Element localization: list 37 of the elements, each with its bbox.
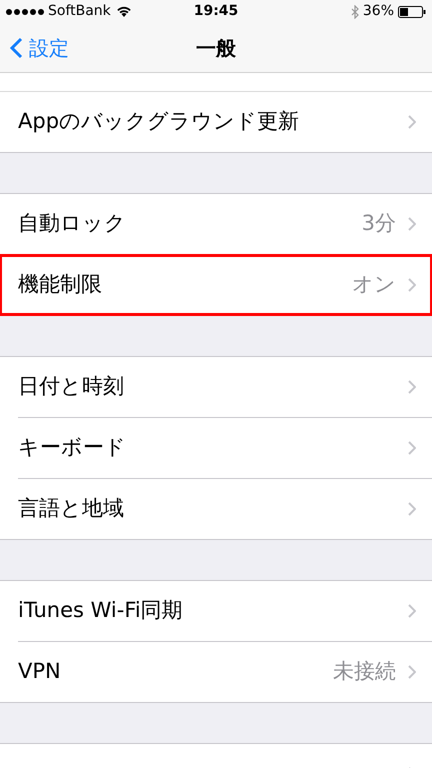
signal-icon bbox=[6, 8, 44, 14]
battery-icon bbox=[398, 6, 426, 18]
row-label: 日付と時刻 bbox=[18, 373, 124, 400]
bluetooth-icon bbox=[350, 4, 359, 18]
row-label: Appのバックグラウンド更新 bbox=[18, 108, 300, 136]
row-label: iTunes Wi-Fi同期 bbox=[18, 597, 183, 624]
row-value: 3分 bbox=[362, 210, 396, 238]
settings-row[interactable]: iTunes Wi-Fi同期 bbox=[0, 581, 432, 641]
settings-row[interactable]: 自動ロック 3分 bbox=[0, 194, 432, 254]
chevron-icon bbox=[408, 217, 416, 231]
chevron-icon bbox=[408, 441, 416, 455]
back-button[interactable]: 設定 bbox=[0, 32, 69, 62]
settings-row[interactable]: 日付と時刻 bbox=[0, 357, 432, 417]
row-label: 機能制限 bbox=[18, 271, 102, 298]
wifi-icon bbox=[116, 6, 131, 17]
chevron-icon bbox=[408, 278, 416, 292]
chevron-icon bbox=[408, 604, 416, 618]
row-value: 未接続 bbox=[333, 658, 396, 686]
settings-row[interactable]: Appのバックグラウンド更新 bbox=[0, 92, 432, 152]
row-label: キーボード bbox=[18, 434, 126, 462]
settings-row[interactable]: VPN 未接続 bbox=[0, 642, 432, 702]
chevron-icon bbox=[408, 665, 416, 679]
clock: 19:45 bbox=[194, 2, 238, 21]
settings-row[interactable]: 機能制限 オン bbox=[0, 255, 432, 315]
chevron-icon bbox=[408, 380, 416, 394]
page-title: 一般 bbox=[196, 34, 236, 62]
carrier-name: SoftBank bbox=[48, 2, 111, 21]
battery-percent: 36% bbox=[362, 2, 394, 21]
chevron-icon bbox=[408, 502, 416, 516]
chevron-icon bbox=[408, 115, 416, 129]
settings-row[interactable]: 言語と地域 bbox=[0, 479, 432, 539]
row-label: 言語と地域 bbox=[18, 495, 124, 522]
row-value: オン bbox=[352, 271, 396, 298]
settings-row[interactable]: キーボード bbox=[0, 418, 432, 478]
row-label: VPN bbox=[18, 658, 61, 686]
back-chevron-icon bbox=[10, 36, 23, 58]
row-label: 自動ロック bbox=[18, 210, 126, 238]
